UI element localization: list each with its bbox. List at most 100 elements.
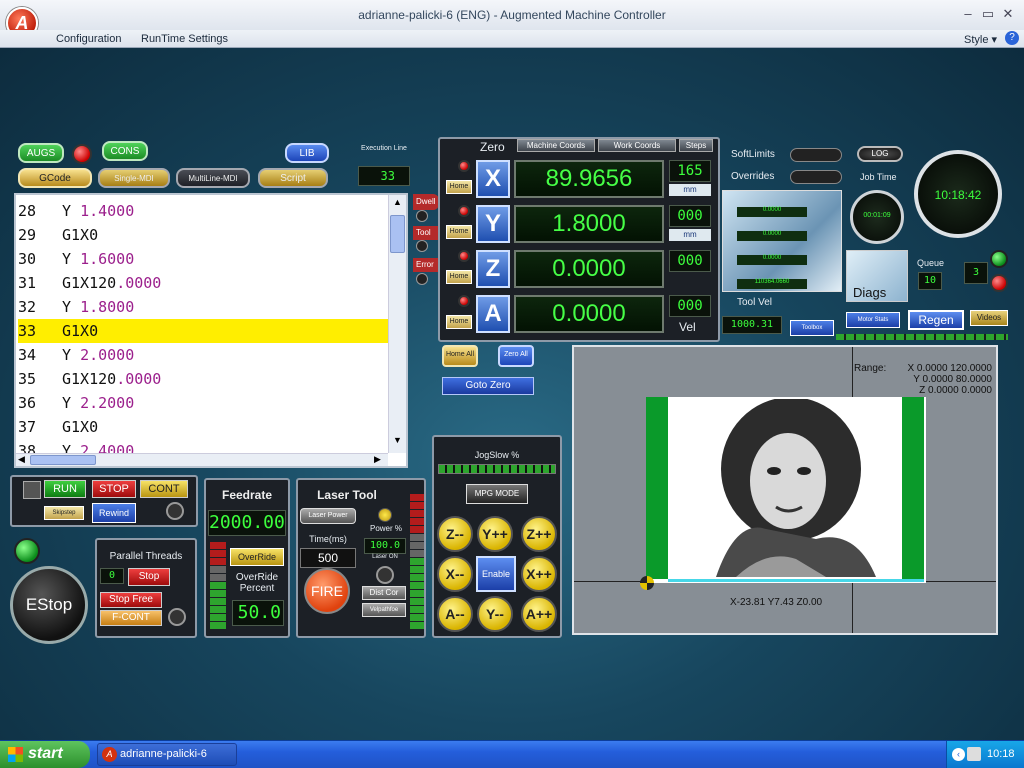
- tab-work-coords[interactable]: Work Coords: [598, 139, 676, 152]
- jog-x-minus-button[interactable]: X--: [437, 556, 473, 592]
- lib-button[interactable]: LIB: [285, 143, 329, 163]
- vel-follow-button[interactable]: Velpathfoe: [362, 603, 406, 617]
- error-led: [416, 273, 428, 285]
- time-ms-label: Time(ms): [309, 534, 347, 544]
- code-line[interactable]: 35 G1X120.0000: [18, 367, 388, 391]
- jog-x-plus-button[interactable]: X++: [521, 556, 557, 592]
- stop-free-button[interactable]: Stop Free: [100, 592, 162, 608]
- mpg-mode-button[interactable]: MPG MODE: [466, 484, 528, 504]
- code-line[interactable]: 37 G1X0: [18, 415, 388, 439]
- code-line[interactable]: 36 Y 2.2000: [18, 391, 388, 415]
- zero-a-button[interactable]: A: [476, 295, 510, 333]
- code-line[interactable]: 34 Y 2.0000: [18, 343, 388, 367]
- bar-segment: [410, 494, 424, 501]
- jog-enable-button[interactable]: Enable: [476, 556, 516, 592]
- side-tab-tool[interactable]: Tool: [413, 226, 439, 240]
- multiline-mdi-button[interactable]: MultiLine-MDI: [176, 168, 250, 188]
- jog-y-plus-button[interactable]: Y++: [477, 516, 513, 552]
- side-tab-error[interactable]: Error: [413, 258, 439, 272]
- jog-z-plus-button[interactable]: Z++: [521, 516, 557, 552]
- gcode-editor[interactable]: 28 Y 1.4000 29 G1X0 30 Y 1.6000 31 G1X120.0000 3…: [14, 193, 408, 468]
- zero-x-button[interactable]: X: [476, 160, 510, 198]
- hscroll-thumb[interactable]: [30, 455, 96, 465]
- scroll-down-icon[interactable]: ▼: [390, 435, 405, 450]
- motor-stats-button[interactable]: Motor Stats: [846, 312, 900, 328]
- help-icon[interactable]: ?: [1005, 31, 1019, 45]
- code-line[interactable]: 30 Y 1.6000: [18, 247, 388, 271]
- zero-z-button[interactable]: Z: [476, 250, 510, 288]
- laser-power-button[interactable]: Laser Power: [300, 508, 356, 524]
- goto-zero-button[interactable]: Goto Zero: [442, 377, 534, 395]
- taskbar-app-button[interactable]: adrianne-palicki-6 (EN...: [97, 743, 237, 766]
- side-tab-dwell[interactable]: Dwell: [413, 194, 439, 210]
- gcode-button[interactable]: GCode: [18, 168, 92, 188]
- jog-a-plus-button[interactable]: A++: [521, 596, 557, 632]
- queue-label: Queue: [917, 258, 945, 268]
- cons-button[interactable]: CONS: [102, 141, 148, 161]
- code-line[interactable]: 31 G1X120.0000: [18, 271, 388, 295]
- videos-button[interactable]: Videos: [970, 310, 1008, 326]
- tab-steps[interactable]: Steps: [679, 139, 713, 152]
- jog-z-minus-button[interactable]: Z--: [437, 516, 473, 552]
- code-line[interactable]: 33 G1X0: [18, 319, 388, 343]
- style-menu[interactable]: Style ▾: [964, 33, 997, 46]
- line-value: .0000: [116, 370, 162, 388]
- parallel-stop-button[interactable]: Stop: [128, 568, 170, 586]
- soft-limits-indicator[interactable]: [790, 148, 842, 162]
- editor-horizontal-scrollbar[interactable]: ◀ ▶: [16, 453, 388, 466]
- jog-y-minus-button[interactable]: Y--: [477, 596, 513, 632]
- home-x-button[interactable]: Home: [446, 180, 472, 194]
- log-button[interactable]: LOG: [857, 146, 903, 162]
- time-ms-value[interactable]: 500: [300, 548, 356, 568]
- scroll-up-icon[interactable]: ▲: [390, 197, 405, 212]
- editor-vertical-scrollbar[interactable]: ▲ ▼: [388, 195, 406, 453]
- code-line[interactable]: 32 Y 1.8000: [18, 295, 388, 319]
- cont-button[interactable]: CONT: [140, 480, 188, 498]
- minimize-icon[interactable]: –: [960, 6, 976, 21]
- status-led-strip: [836, 334, 1008, 340]
- tray-expand-icon[interactable]: ‹: [952, 748, 965, 761]
- bar-segment: [410, 582, 424, 589]
- single-mdi-button[interactable]: Single-MDI: [98, 168, 170, 188]
- override-button[interactable]: OverRide: [230, 548, 284, 566]
- diags-button[interactable]: Diags: [846, 250, 908, 302]
- regen-button[interactable]: Regen: [908, 310, 964, 330]
- augs-button[interactable]: AUGS: [18, 143, 64, 163]
- toolpath-viewer[interactable]: Range: X 0.0000 120.0000 Y 0.0000 80.000…: [572, 345, 998, 635]
- menu-configuration[interactable]: Configuration: [56, 33, 121, 45]
- menu-runtime-settings[interactable]: RunTime Settings: [141, 33, 228, 45]
- home-y-button[interactable]: Home: [446, 225, 472, 239]
- clock-dial: 10:18:42: [914, 150, 1002, 238]
- run-button[interactable]: RUN: [44, 480, 86, 498]
- zero-all-button[interactable]: Zero All: [498, 345, 534, 367]
- zero-y-button[interactable]: Y: [476, 205, 510, 243]
- scroll-right-icon[interactable]: ▶: [374, 454, 381, 465]
- tray-network-icon[interactable]: [967, 747, 981, 761]
- home-a-button[interactable]: Home: [446, 315, 472, 329]
- bar-segment: [410, 598, 424, 605]
- skip-step-button[interactable]: Skipstep: [44, 506, 84, 520]
- script-button[interactable]: Script: [258, 168, 328, 188]
- f-cont-button[interactable]: F-CONT: [100, 610, 162, 626]
- feedrate-value: 2000.00: [208, 510, 286, 536]
- scroll-thumb[interactable]: [390, 215, 405, 253]
- overrides-indicator[interactable]: [790, 170, 842, 184]
- rewind-button[interactable]: Rewind: [92, 503, 136, 523]
- soft-limits-label: SoftLimits: [731, 149, 775, 160]
- dist-cor-button[interactable]: Dist Cor: [362, 586, 406, 600]
- tab-machine-coords[interactable]: Machine Coords: [517, 139, 595, 152]
- stop-button[interactable]: STOP: [92, 480, 136, 498]
- axis-led-z: [458, 250, 470, 262]
- toolbox-button[interactable]: Toolbox: [790, 320, 834, 336]
- jog-a-minus-button[interactable]: A--: [437, 596, 473, 632]
- fire-button[interactable]: FIRE: [304, 568, 350, 614]
- estop-button[interactable]: EStop: [10, 566, 88, 644]
- home-all-button[interactable]: Home All: [442, 345, 478, 367]
- close-icon[interactable]: ✕: [1000, 6, 1016, 22]
- code-line[interactable]: 29 G1X0: [18, 223, 388, 247]
- home-z-button[interactable]: Home: [446, 270, 472, 284]
- code-line[interactable]: 28 Y 1.4000: [18, 199, 388, 223]
- scroll-left-icon[interactable]: ◀: [18, 454, 25, 465]
- maximize-icon[interactable]: ▭: [980, 6, 996, 22]
- jog-slow-slider[interactable]: [438, 464, 556, 474]
